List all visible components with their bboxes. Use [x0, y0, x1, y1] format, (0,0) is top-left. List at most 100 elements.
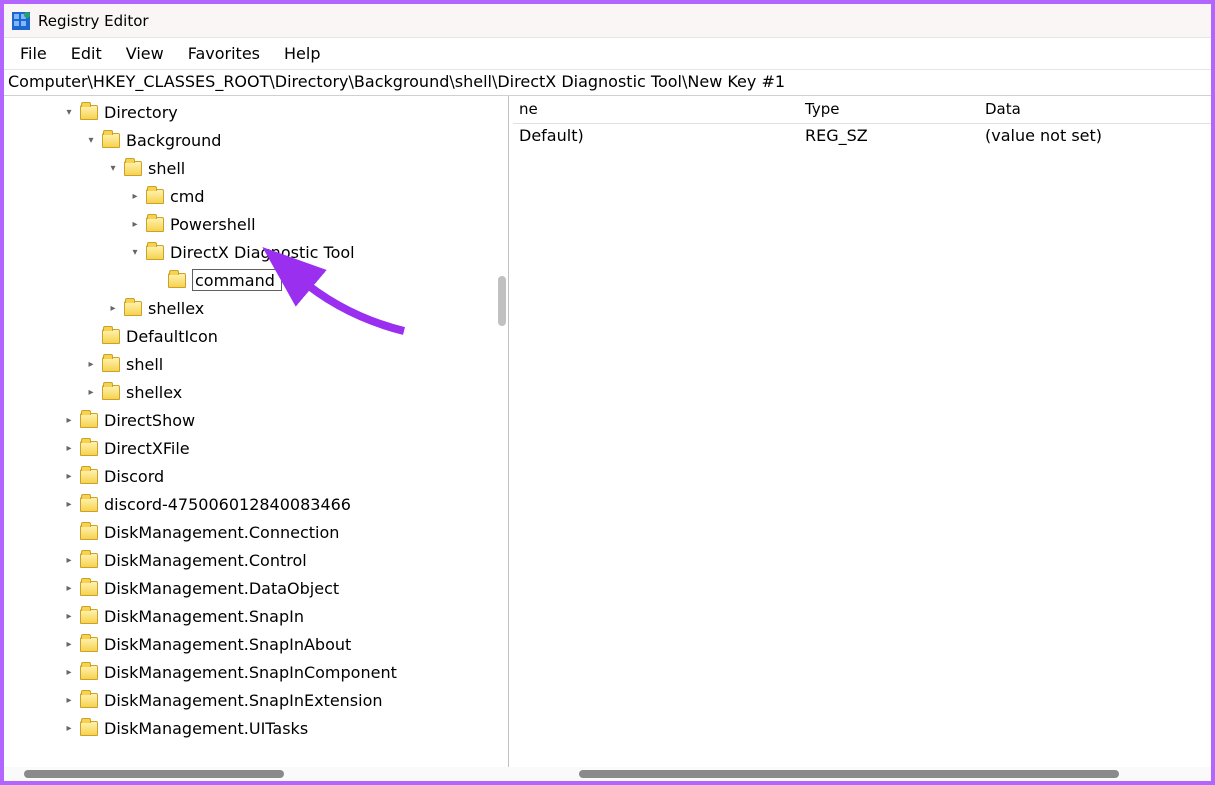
menu-view[interactable]: View	[114, 40, 176, 67]
value-name: Default)	[513, 124, 799, 150]
tree-label: shellex	[126, 383, 182, 402]
tree-item-background[interactable]: ▾ Background	[4, 126, 508, 154]
tree-item-directory[interactable]: ▾ Directory	[4, 98, 508, 126]
chevron-right-icon[interactable]: ▸	[62, 637, 76, 651]
tree-item-command-editing[interactable]: ▸	[4, 266, 508, 294]
tree-label: discord-475006012840083466	[104, 495, 351, 514]
tree-horizontal-scrollbar[interactable]	[4, 767, 509, 781]
folder-icon	[102, 385, 120, 400]
tree-item-defaulticon[interactable]: ▸ DefaultIcon	[4, 322, 508, 350]
folder-icon	[80, 665, 98, 680]
value-row[interactable]: Default) REG_SZ (value not set)	[513, 124, 1211, 150]
tree-item-cmd[interactable]: ▸ cmd	[4, 182, 508, 210]
chevron-right-icon[interactable]: ▸	[128, 217, 142, 231]
tree-item-shell-inner[interactable]: ▾ shell	[4, 154, 508, 182]
tree-label: DirectXFile	[104, 439, 190, 458]
chevron-right-icon[interactable]: ▸	[62, 441, 76, 455]
tree-item-dm-snapin-component[interactable]: ▸ DiskManagement.SnapInComponent	[4, 658, 508, 686]
tree-label: DiskManagement.SnapInComponent	[104, 663, 397, 682]
chevron-right-icon[interactable]: ▸	[62, 497, 76, 511]
chevron-down-icon[interactable]: ▾	[62, 105, 76, 119]
folder-icon	[102, 329, 120, 344]
tree-item-directxfile[interactable]: ▸ DirectXFile	[4, 434, 508, 462]
tree-item-dxdiag[interactable]: ▾ DirectX Diagnostic Tool	[4, 238, 508, 266]
chevron-right-icon[interactable]: ▸	[84, 357, 98, 371]
tree-item-shellex-inner[interactable]: ▸ shellex	[4, 294, 508, 322]
folder-icon	[80, 637, 98, 652]
list-header-row: ne Type Data	[513, 96, 1211, 124]
tree-label: shell	[126, 355, 163, 374]
tree-item-discord[interactable]: ▸ Discord	[4, 462, 508, 490]
folder-icon	[80, 469, 98, 484]
col-header-name[interactable]: ne	[513, 96, 799, 123]
tree-item-dm-uitasks[interactable]: ▸DiskManagement.UITasks	[4, 714, 508, 742]
tree-label: DiskManagement.SnapInExtension	[104, 691, 383, 710]
chevron-right-icon[interactable]: ▸	[62, 721, 76, 735]
folder-icon	[80, 105, 98, 120]
chevron-down-icon[interactable]: ▾	[84, 133, 98, 147]
tree-label: Discord	[104, 467, 164, 486]
address-bar[interactable]: Computer\HKEY_CLASSES_ROOT\Directory\Bac…	[4, 70, 1211, 96]
regedit-icon	[12, 12, 30, 30]
chevron-right-icon[interactable]: ▸	[128, 189, 142, 203]
content-panes: ▾ Directory ▾ Background	[4, 96, 1211, 767]
chevron-right-icon[interactable]: ▸	[84, 385, 98, 399]
tree-label: Directory	[104, 103, 178, 122]
tree-label: cmd	[170, 187, 205, 206]
folder-icon	[124, 161, 142, 176]
tree-item-dm-snapin[interactable]: ▸ DiskManagement.SnapIn	[4, 602, 508, 630]
tree-item-dm-connection[interactable]: ▸DiskManagement.Connection	[4, 518, 508, 546]
chevron-down-icon[interactable]: ▾	[128, 245, 142, 259]
menu-help[interactable]: Help	[272, 40, 332, 67]
menu-file[interactable]: File	[8, 40, 59, 67]
tree-item-directshow[interactable]: ▸DirectShow	[4, 406, 508, 434]
value-data: (value not set)	[979, 124, 1211, 150]
folder-icon	[80, 441, 98, 456]
folder-icon	[168, 273, 186, 288]
values-pane: ne Type Data Default) REG_SZ (value not …	[513, 96, 1211, 767]
folder-icon	[146, 217, 164, 232]
vertical-scrollbar-thumb[interactable]	[498, 276, 506, 326]
tree-label: shellex	[148, 299, 204, 318]
tree-item-dm-dataobject[interactable]: ▸ DiskManagement.DataObject	[4, 574, 508, 602]
folder-icon	[146, 189, 164, 204]
tree-label: DefaultIcon	[126, 327, 218, 346]
folder-icon	[80, 497, 98, 512]
folder-icon	[80, 553, 98, 568]
chevron-right-icon[interactable]: ▸	[62, 665, 76, 679]
menu-favorites[interactable]: Favorites	[176, 40, 272, 67]
chevron-right-icon[interactable]: ▸	[106, 301, 120, 315]
window-title: Registry Editor	[38, 12, 149, 30]
rename-input[interactable]	[192, 269, 282, 291]
chevron-right-icon[interactable]: ▸	[62, 469, 76, 483]
col-header-data[interactable]: Data	[979, 96, 1211, 123]
tree-item-powershell[interactable]: ▸ Powershell	[4, 210, 508, 238]
folder-icon	[80, 581, 98, 596]
values-horizontal-scrollbar[interactable]	[509, 767, 1211, 781]
tree-label: DiskManagement.SnapIn	[104, 607, 304, 626]
tree-item-discord-id[interactable]: ▸ discord-475006012840083466	[4, 490, 508, 518]
tree-item-dm-snapin-extension[interactable]: ▸ DiskManagement.SnapInExtension	[4, 686, 508, 714]
chevron-right-icon[interactable]: ▸	[62, 413, 76, 427]
chevron-right-icon[interactable]: ▸	[62, 553, 76, 567]
menu-edit[interactable]: Edit	[59, 40, 114, 67]
titlebar: Registry Editor	[4, 4, 1211, 38]
tree-item-shellex[interactable]: ▸ shellex	[4, 378, 508, 406]
value-type: REG_SZ	[799, 124, 979, 150]
tree-item-dm-control[interactable]: ▸DiskManagement.Control	[4, 546, 508, 574]
col-header-type[interactable]: Type	[799, 96, 979, 123]
tree-label: Background	[126, 131, 221, 150]
chevron-down-icon[interactable]: ▾	[106, 161, 120, 175]
tree-label: DiskManagement.DataObject	[104, 579, 339, 598]
tree-label: shell	[148, 159, 185, 178]
chevron-right-icon[interactable]: ▸	[62, 581, 76, 595]
chevron-right-icon[interactable]: ▸	[62, 609, 76, 623]
folder-icon	[80, 721, 98, 736]
tree-item-dm-snapin-about[interactable]: ▸DiskManagement.SnapInAbout	[4, 630, 508, 658]
chevron-right-icon[interactable]: ▸	[62, 693, 76, 707]
folder-icon	[102, 357, 120, 372]
tree-label: DiskManagement.Connection	[104, 523, 339, 542]
folder-icon	[80, 693, 98, 708]
folder-icon	[102, 133, 120, 148]
tree-item-shell[interactable]: ▸ shell	[4, 350, 508, 378]
